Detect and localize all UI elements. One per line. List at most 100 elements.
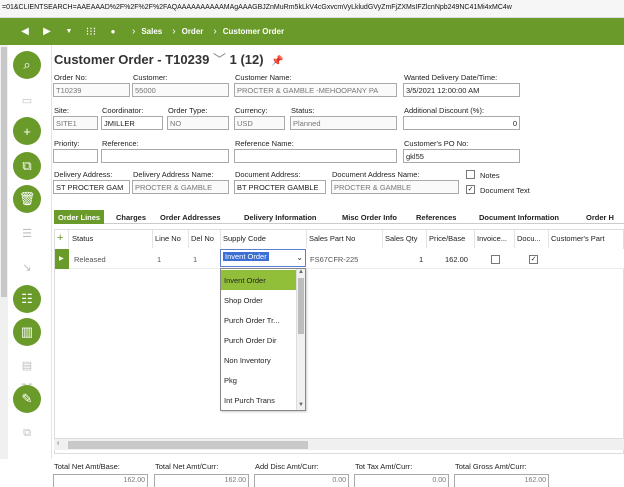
- col-sales-part-no[interactable]: Sales Part No: [307, 230, 383, 248]
- sidebar-scrollbar[interactable]: [0, 45, 8, 459]
- total-net-curr-field[interactable]: 162.00: [154, 474, 249, 487]
- col-invoice[interactable]: Invoice...: [475, 230, 515, 248]
- currency-field[interactable]: USD: [234, 116, 285, 130]
- customer-po-field[interactable]: gkl55: [403, 149, 520, 163]
- scroll-left-icon[interactable]: ‹: [57, 440, 59, 447]
- customer-name-field[interactable]: PROCTER & GAMBLE -MEHOOPANY PA: [234, 83, 397, 97]
- tab-references[interactable]: References: [416, 210, 456, 224]
- tab-misc-order-info[interactable]: Misc Order Info: [342, 210, 397, 224]
- additional-discount-field[interactable]: 0: [403, 116, 520, 130]
- col-docu[interactable]: Docu...: [515, 230, 549, 248]
- chevron-right-icon: ›: [213, 26, 217, 37]
- col-customers-part[interactable]: Customer's Part: [549, 230, 624, 248]
- checklist-icon[interactable]: ☷: [13, 285, 41, 313]
- comment-icon[interactable]: ✎: [13, 385, 41, 413]
- document-address-field[interactable]: BT PROCTER GAMBLE: [234, 180, 326, 194]
- docu-checkbox[interactable]: ✓: [529, 255, 538, 264]
- report-icon[interactable]: ▤: [19, 357, 35, 373]
- option-shop-order[interactable]: Shop Order: [221, 290, 297, 310]
- tab-charges[interactable]: Charges: [116, 210, 146, 224]
- document-text-checkbox[interactable]: ✓: [466, 185, 475, 194]
- connections-icon[interactable]: ⧉: [19, 425, 35, 441]
- delivery-address-name-field[interactable]: PROCTER & GAMBLE: [132, 180, 229, 194]
- chart-icon[interactable]: ▥: [13, 318, 41, 346]
- reference-field[interactable]: [101, 149, 229, 163]
- scroll-up-icon[interactable]: ▲: [298, 269, 304, 275]
- apps-grid-icon[interactable]: ⁝⁝⁝: [82, 23, 100, 41]
- pin-icon[interactable]: 📌: [271, 56, 283, 67]
- site-field[interactable]: SITE1: [53, 116, 98, 130]
- col-sales-qty[interactable]: Sales Qty: [383, 230, 427, 248]
- notes-icon[interactable]: ▭: [19, 92, 35, 108]
- dropdown-scrollbar[interactable]: ▲ ▼: [296, 269, 305, 410]
- breadcrumb-customer-order[interactable]: Customer Order: [223, 27, 284, 36]
- tab-document-information[interactable]: Document Information: [479, 210, 559, 224]
- order-no-field[interactable]: T10239: [53, 83, 130, 97]
- wanted-delivery-field[interactable]: 3/5/2021 12:00:00 AM: [403, 83, 520, 97]
- supply-code-select[interactable]: Invent Order ⌄: [220, 249, 306, 267]
- cell-price-base[interactable]: 162.00: [443, 249, 470, 269]
- delete-icon[interactable]: 🗑: [13, 185, 41, 213]
- coordinator-field[interactable]: JMILLER: [101, 116, 163, 130]
- option-pkg[interactable]: Pkg: [221, 370, 297, 390]
- col-price-base[interactable]: Price/Base: [427, 230, 475, 248]
- duplicate-icon[interactable]: ⧉: [13, 152, 41, 180]
- scroll-down-icon[interactable]: ▼: [298, 402, 304, 408]
- option-purch-order-dir[interactable]: Purch Order Dir: [221, 330, 297, 350]
- home-dot-icon[interactable]: ●: [104, 23, 122, 41]
- col-del-no[interactable]: Del No: [189, 230, 221, 248]
- add-disc-amt-field[interactable]: 0.00: [254, 474, 349, 487]
- document-address-name-field[interactable]: PROCTER & GAMBLE: [331, 180, 459, 194]
- notes-checkbox[interactable]: [466, 170, 475, 179]
- total-net-curr-label: Total Net Amt/Curr:: [155, 462, 219, 471]
- breadcrumb-order[interactable]: Order: [182, 27, 204, 36]
- invoice-checkbox[interactable]: [491, 255, 500, 264]
- additional-discount-label: Additional Discount (%):: [404, 106, 485, 115]
- wanted-delivery-label: Wanted Delivery Date/Time:: [404, 73, 498, 82]
- tab-order-addresses[interactable]: Order Addresses: [160, 210, 221, 224]
- total-gross-amt-field[interactable]: 162.00: [454, 474, 549, 487]
- chevron-down-icon[interactable]: ⌄: [296, 253, 303, 262]
- record-title: Customer Order - T10239: [54, 52, 210, 67]
- cell-del-no[interactable]: 1: [191, 249, 199, 269]
- site-label: Site:: [54, 106, 70, 115]
- dropdown-icon[interactable]: ▼: [60, 23, 78, 41]
- expand-icon[interactable]: ↘: [19, 259, 35, 275]
- option-non-inventory[interactable]: Non Inventory: [221, 350, 297, 370]
- cell-status[interactable]: Released: [72, 249, 108, 269]
- cell-sales-qty[interactable]: 1: [417, 249, 425, 269]
- reference-name-field[interactable]: [234, 149, 397, 163]
- option-invent-order[interactable]: Invent Order: [221, 270, 297, 290]
- chevron-right-icon: ›: [132, 26, 136, 37]
- row-selector-icon[interactable]: ▶: [55, 249, 69, 269]
- total-net-base-field[interactable]: 162.00: [53, 474, 148, 487]
- list-icon[interactable]: ☰: [19, 225, 35, 241]
- status-field[interactable]: Planned: [290, 116, 397, 130]
- cell-sales-part-no[interactable]: FS67CFR-225: [308, 249, 360, 269]
- back-icon[interactable]: ◀: [16, 23, 34, 41]
- order-type-field[interactable]: NO: [167, 116, 229, 130]
- delivery-address-field[interactable]: ST PROCTER GAM: [53, 180, 130, 194]
- breadcrumb-sales[interactable]: Sales: [141, 27, 162, 36]
- option-int-purch-trans[interactable]: Int Purch Trans: [221, 390, 297, 410]
- tab-delivery-information[interactable]: Delivery Information: [244, 210, 317, 224]
- reference-label: Reference:: [102, 139, 139, 148]
- grid-horizontal-scrollbar[interactable]: ‹: [54, 438, 624, 450]
- col-line-no[interactable]: Line No: [153, 230, 189, 248]
- chevron-down-icon[interactable]: ﹀: [213, 52, 226, 67]
- forward-icon[interactable]: ▶: [38, 23, 56, 41]
- tab-order-lines[interactable]: Order Lines: [54, 210, 105, 224]
- add-row-icon[interactable]: +: [55, 230, 69, 248]
- chevron-right-icon: ›: [172, 26, 176, 37]
- option-purch-order-tr[interactable]: Purch Order Tr...: [221, 310, 297, 330]
- add-icon[interactable]: +: [13, 117, 41, 145]
- col-status[interactable]: Status: [69, 230, 153, 248]
- customer-field[interactable]: 55000: [132, 83, 229, 97]
- col-supply-code[interactable]: Supply Code: [221, 230, 307, 248]
- cell-line-no[interactable]: 1: [155, 249, 163, 269]
- priority-field[interactable]: [53, 149, 98, 163]
- tot-tax-amt-field[interactable]: 0.00: [354, 474, 449, 487]
- search-icon[interactable]: ⌕: [13, 51, 41, 79]
- tab-order-history[interactable]: Order H: [586, 210, 614, 224]
- address-bar[interactable]: =01&CLIENTSEARCH=AAEAAAD%2F%2F%2F%2FAQAA…: [0, 0, 624, 18]
